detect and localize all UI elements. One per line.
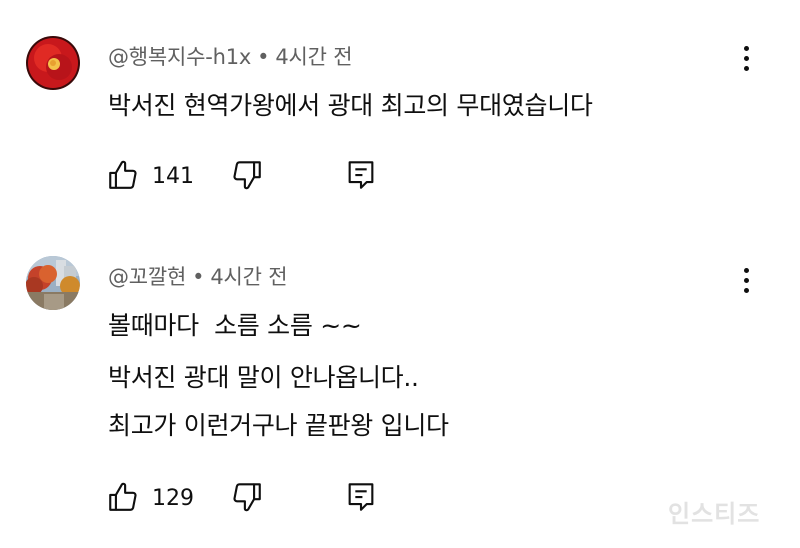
reply-icon [348, 161, 374, 189]
comment-text-line-2: 박서진 광대 말이 안나옵니다.. [108, 363, 419, 392]
red-flower-avatar-icon [26, 36, 80, 90]
watermark: 인스티즈 [668, 500, 761, 528]
reply-button[interactable] [344, 480, 378, 514]
comment-1: @행복지수-h1x • 4시간 전 박서진 현역가왕에서 광대 최고의 무대였습니다… [0, 0, 800, 240]
like-count: 141 [152, 164, 194, 189]
reply-button[interactable] [344, 158, 378, 192]
comment-text-line-3: 최고가 이런거구나 끝판왕 입니다 [108, 411, 449, 440]
like-count: 129 [152, 486, 194, 511]
author-name[interactable]: @행복지수-h1x [108, 45, 251, 69]
comment-text: 박서진 현역가왕에서 광대 최고의 무대였습니다 [108, 91, 593, 120]
reply-icon [348, 483, 374, 511]
comment-meta: @행복지수-h1x • 4시간 전 [108, 41, 353, 71]
timestamp[interactable]: 4시간 전 [275, 45, 352, 69]
meta-separator: • [192, 265, 205, 289]
meta-separator: • [257, 45, 270, 69]
dislike-button[interactable] [230, 480, 264, 514]
comment-meta: @꼬깔현 • 4시간 전 [108, 261, 288, 291]
more-vertical-icon[interactable] [734, 268, 758, 298]
avatar[interactable] [26, 256, 80, 310]
dislike-button[interactable] [230, 158, 264, 192]
like-button[interactable] [106, 480, 140, 514]
author-name[interactable]: @꼬깔현 [108, 265, 186, 289]
timestamp[interactable]: 4시간 전 [210, 265, 287, 289]
thumbs-up-icon [109, 482, 137, 511]
thumbs-down-icon [233, 161, 261, 190]
more-vertical-icon[interactable] [734, 46, 758, 76]
thumbs-down-icon [233, 483, 261, 512]
avatar[interactable] [26, 36, 80, 90]
autumn-street-avatar-icon [26, 256, 80, 310]
thumbs-up-icon [109, 160, 137, 189]
comment-text-line-1: 볼때마다 소름 소름 ~~ [108, 311, 362, 340]
comment-actions: 141 [0, 158, 800, 198]
like-button[interactable] [106, 158, 140, 192]
